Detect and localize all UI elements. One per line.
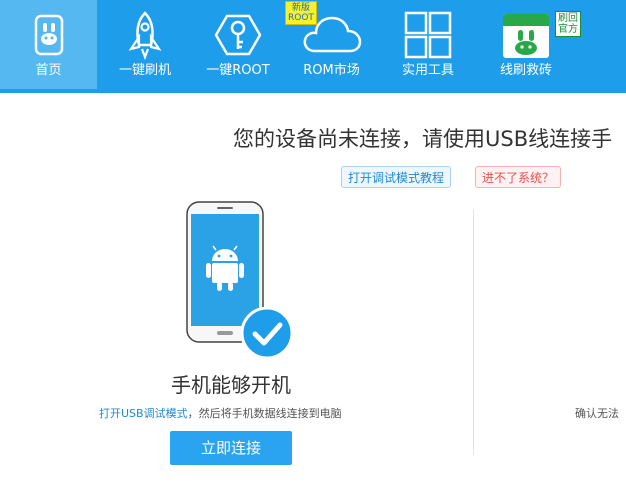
nav-item-label: ROM市场 <box>303 63 360 78</box>
phone-can-boot-title: 手机能够开机 <box>171 373 291 397</box>
nav-item-rom-market[interactable]: ROM市场 <box>283 0 380 89</box>
connect-hint: 打开USB调试模式，然后将手机数据线连接到电脑 <box>99 405 342 421</box>
enable-usb-debugging-link[interactable]: 打开USB调试模式 <box>99 407 188 420</box>
check-circle-icon <box>241 307 293 359</box>
connect-hint-text: ，然后将手机数据线连接到电脑 <box>187 407 342 420</box>
nav-item-home[interactable]: 首页 <box>0 0 97 89</box>
badge-line: 官方 <box>558 24 578 35</box>
official-restore-badge: 刷回 官方 <box>555 11 581 37</box>
cant-enter-system-link[interactable]: 进不了系统？ <box>475 166 562 188</box>
rabbit-calendar-icon <box>503 14 549 58</box>
nav-item-label: 一键ROOT <box>206 63 270 78</box>
cloud-icon <box>303 16 361 53</box>
panel-divider <box>473 210 474 455</box>
nav-item-root[interactable]: 一键ROOT <box>193 0 283 89</box>
badge-line: 刷回 <box>558 13 578 24</box>
nav-item-label: 一键刷机 <box>118 63 171 78</box>
nav-item-label: 首页 <box>35 63 62 78</box>
nav-item-label: 线刷救砖 <box>499 63 552 78</box>
nav-item-label: 实用工具 <box>401 63 454 78</box>
right-panel-hint: 确认无法 <box>575 407 619 420</box>
connect-now-button[interactable]: 立即连接 <box>170 431 292 465</box>
rocket-icon <box>128 11 162 61</box>
grid-icon <box>404 11 452 59</box>
top-navigation-bar: 首页 一键刷机 一键ROOT 新版 ROOT ROM市场 实用工具 线刷救砖 刷… <box>0 0 626 93</box>
connection-status-headline: 您的设备尚未连接，请使用USB线连接手 <box>233 127 613 151</box>
debug-mode-tutorial-link[interactable]: 打开调试模式教程 <box>341 166 452 188</box>
nav-item-tools[interactable]: 实用工具 <box>380 0 476 89</box>
home-rabbit-icon <box>34 14 63 56</box>
key-hexagon-icon <box>214 14 262 56</box>
nav-item-flash[interactable]: 一键刷机 <box>97 0 193 89</box>
